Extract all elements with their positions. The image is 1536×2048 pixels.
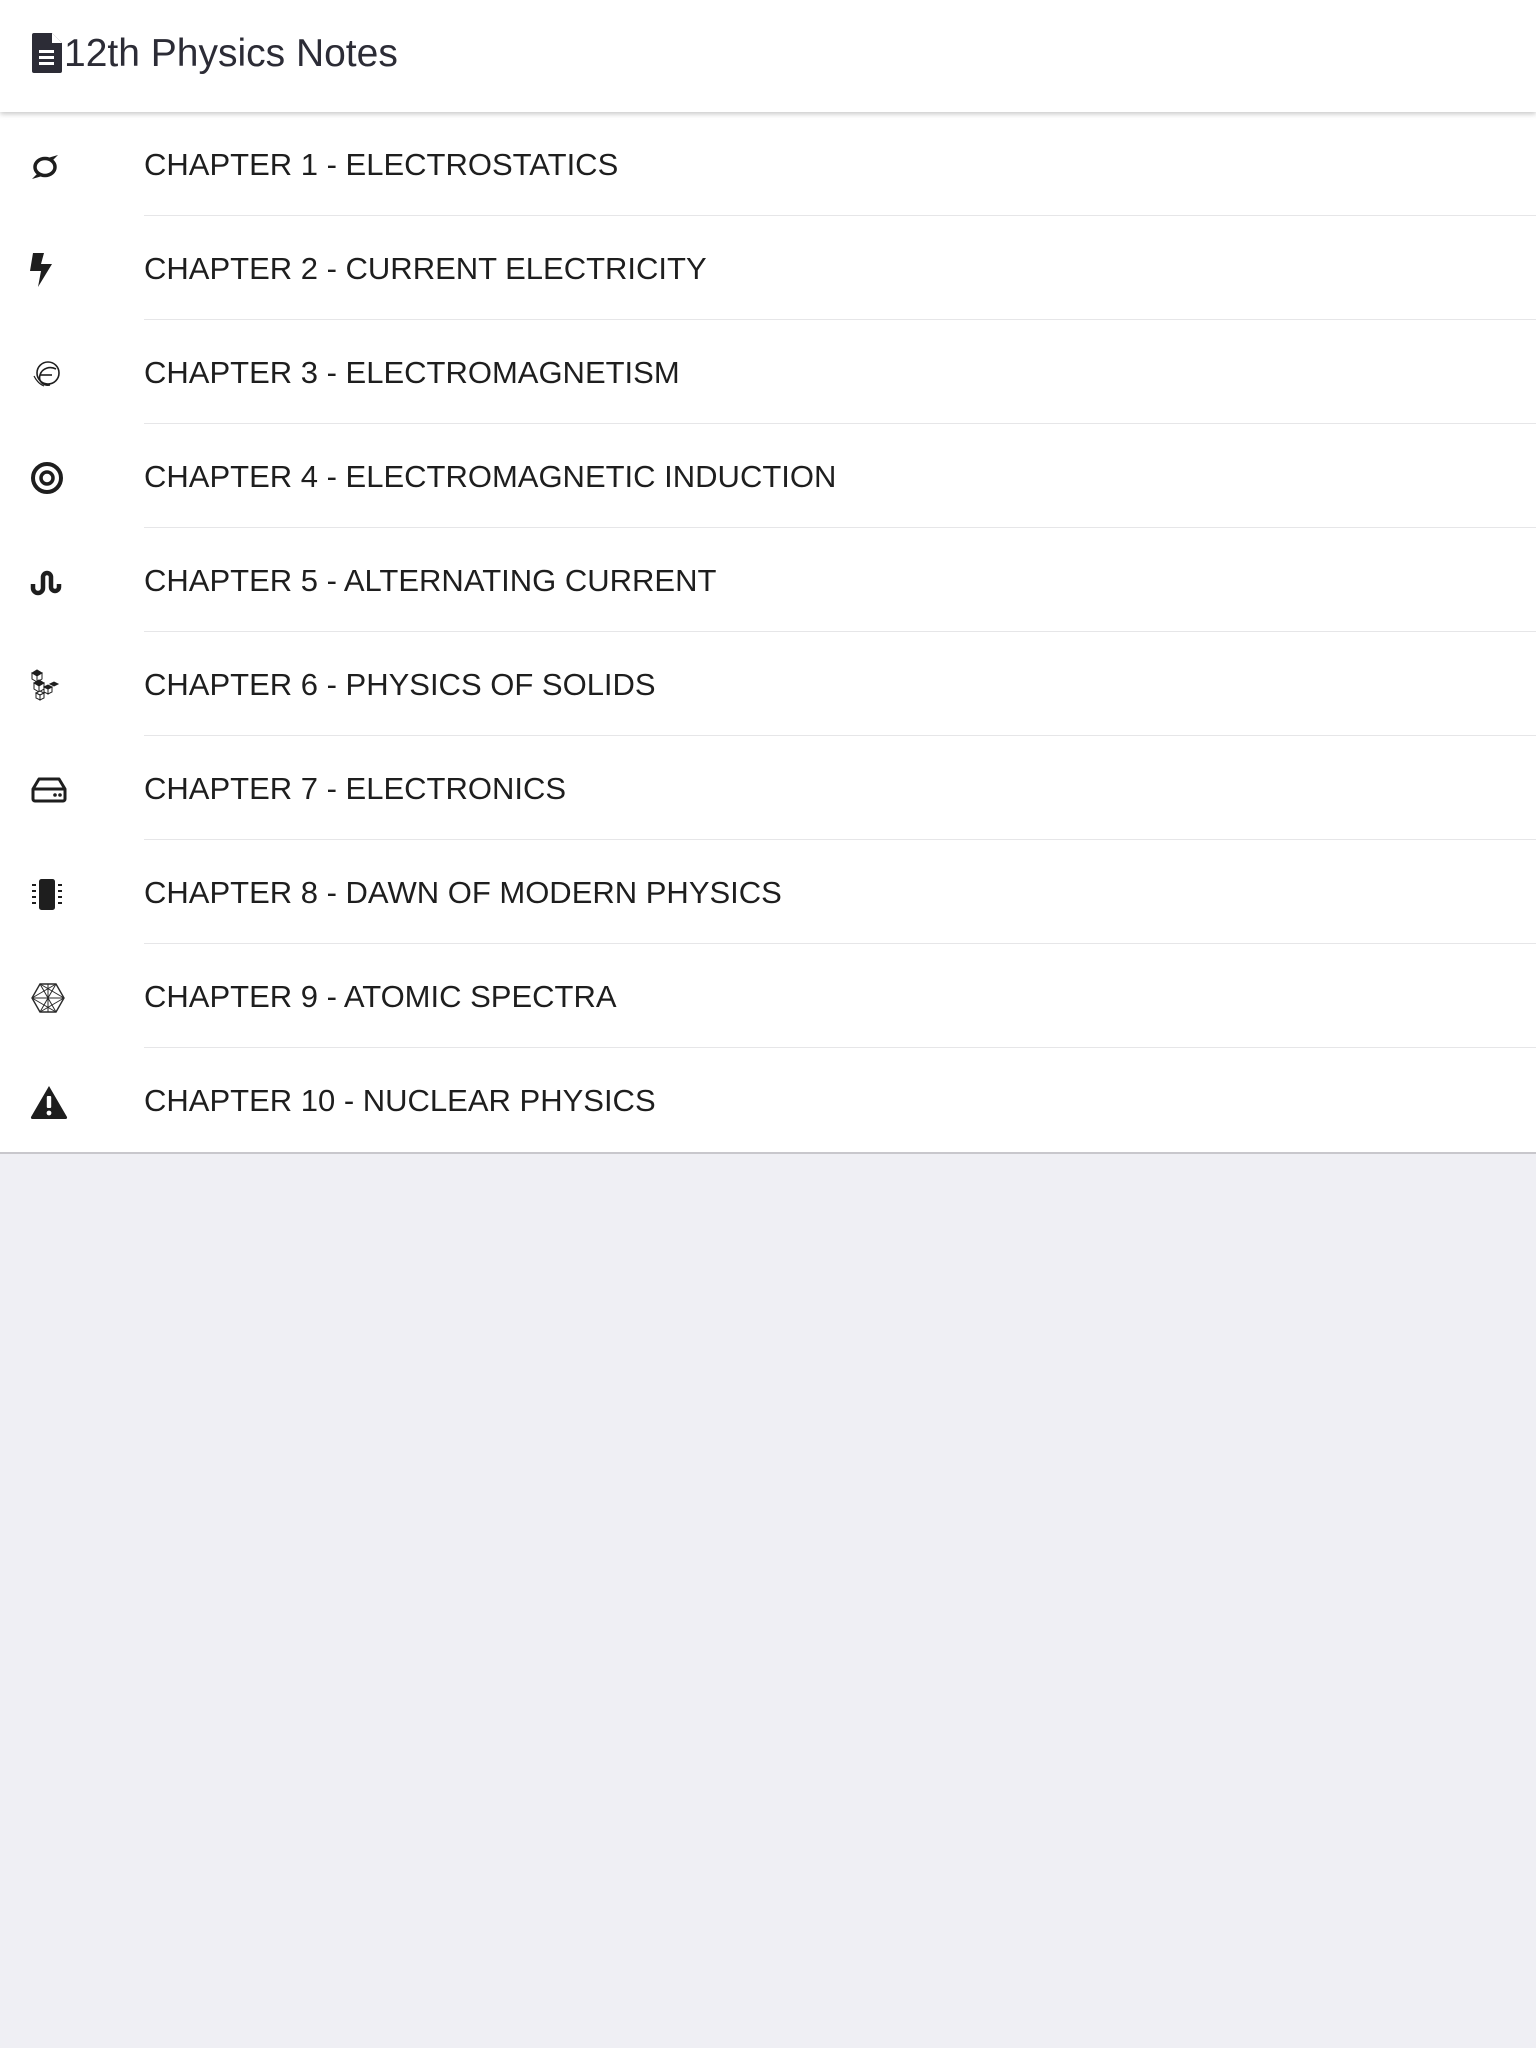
chapter-item-8[interactable]: CHAPTER 8 - DAWN OF MODERN PHYSICS bbox=[0, 840, 1536, 944]
chapter-item-1[interactable]: CHAPTER 1 - ELECTROSTATICS bbox=[0, 112, 1536, 216]
chapter-label: CHAPTER 1 - ELECTROSTATICS bbox=[144, 147, 619, 182]
app-header: 12th Physics Notes bbox=[0, 0, 1536, 112]
hexagon-mesh-icon bbox=[30, 980, 70, 1016]
warning-icon bbox=[30, 1084, 70, 1120]
wave-icon bbox=[30, 564, 70, 600]
chapter-list: CHAPTER 1 - ELECTROSTATICS CHAPTER 2 - C… bbox=[0, 112, 1536, 1154]
chapter-item-5[interactable]: CHAPTER 5 - ALTERNATING CURRENT bbox=[0, 528, 1536, 632]
bolt-icon bbox=[30, 252, 70, 288]
chapter-item-7[interactable]: CHAPTER 7 - ELECTRONICS bbox=[0, 736, 1536, 840]
chapter-label: CHAPTER 3 - ELECTROMAGNETISM bbox=[144, 355, 680, 390]
chapter-item-10[interactable]: CHAPTER 10 - NUCLEAR PHYSICS bbox=[0, 1048, 1536, 1152]
chapter-item-9[interactable]: CHAPTER 9 - ATOMIC SPECTRA bbox=[0, 944, 1536, 1048]
chapter-label: CHAPTER 10 - NUCLEAR PHYSICS bbox=[144, 1083, 656, 1118]
chapter-item-2[interactable]: CHAPTER 2 - CURRENT ELECTRICITY bbox=[0, 216, 1536, 320]
chapter-label: CHAPTER 2 - CURRENT ELECTRICITY bbox=[144, 251, 707, 286]
chapter-item-3[interactable]: CHAPTER 3 - ELECTROMAGNETISM bbox=[0, 320, 1536, 424]
chapter-label: CHAPTER 6 - PHYSICS OF SOLIDS bbox=[144, 667, 656, 702]
chapter-label: CHAPTER 4 - ELECTROMAGNETIC INDUCTION bbox=[144, 459, 837, 494]
microchip-icon bbox=[30, 876, 70, 912]
hurricane-icon bbox=[30, 148, 70, 184]
chapter-item-4[interactable]: CHAPTER 4 - ELECTROMAGNETIC INDUCTION bbox=[0, 424, 1536, 528]
chapter-label: CHAPTER 7 - ELECTRONICS bbox=[144, 771, 567, 806]
chapter-label: CHAPTER 5 - ALTERNATING CURRENT bbox=[144, 563, 717, 598]
cubes-icon bbox=[30, 668, 70, 704]
bullseye-icon bbox=[30, 460, 70, 496]
hard-drive-icon bbox=[30, 772, 70, 808]
chapter-label: CHAPTER 9 - ATOMIC SPECTRA bbox=[144, 979, 617, 1014]
orbit-icon bbox=[30, 356, 70, 392]
chapter-label: CHAPTER 8 - DAWN OF MODERN PHYSICS bbox=[144, 875, 782, 910]
file-text-icon bbox=[32, 33, 62, 73]
page-title: 12th Physics Notes bbox=[64, 32, 398, 75]
chapter-item-6[interactable]: CHAPTER 6 - PHYSICS OF SOLIDS bbox=[0, 632, 1536, 736]
